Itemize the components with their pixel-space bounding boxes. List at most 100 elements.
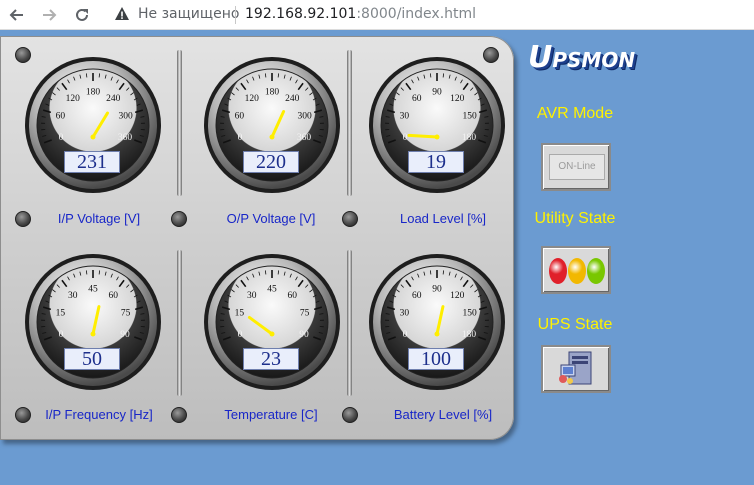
- gauge-tick-label: 360: [297, 133, 312, 143]
- upsmon-logo: UPSMON: [528, 40, 635, 75]
- panel-divider: [177, 250, 182, 396]
- gauge-label-load-level: Load Level [%]: [399, 211, 486, 226]
- gauge-ip-voltage: 0 60 120 180 240 300 360 231: [24, 56, 162, 194]
- gauge-label-battery-level: Battery Level [%]: [393, 407, 493, 422]
- lamp-yellow-icon: [568, 258, 586, 284]
- gauge-tick-label: 90: [432, 88, 442, 98]
- gauge-tick-label: 60: [235, 112, 245, 122]
- gauge-tick-label: 0: [59, 133, 64, 143]
- gauge-tick-label: 60: [56, 112, 66, 122]
- gauge-label-op-voltage: O/P Voltage [V]: [226, 211, 316, 226]
- gauge-value: 19: [408, 151, 464, 173]
- gauge-dial: 0 60120 180 240 300 360: [25, 57, 161, 193]
- gauge-panel: 0 60 120 180 240 300 360 231 0 60 120 180 240 300 360…: [0, 36, 514, 440]
- gauge-dial: 0 1530 45 6075 90: [25, 254, 161, 390]
- gauge-dial: 0 3060 90 120 150 180: [369, 254, 505, 390]
- gauge-minor-tick: [85, 73, 88, 78]
- panel-divider: [177, 50, 182, 196]
- gauge-minor-tick: [277, 73, 280, 78]
- gauge-tick-label: 60: [412, 94, 422, 104]
- gauge-temperature: 0 15 30 45 60 75 90 23: [203, 253, 341, 391]
- gauge-load-level: 0 30 60 90 120 150 180 19: [368, 56, 506, 194]
- gauge-tick-label: 75: [121, 309, 131, 319]
- gauge-op-voltage: 0 60 120 180 240 300 360 220: [203, 56, 341, 194]
- gauge-tick-label: 240: [106, 94, 121, 104]
- gauge-tick-label: 75: [300, 309, 310, 319]
- gauge-label-temperature: Temperature [C]: [224, 407, 318, 422]
- gauge-minor-tick: [98, 73, 101, 78]
- gauge-tick-label: 120: [450, 94, 465, 104]
- gauge-tick-label: 180: [462, 133, 477, 143]
- panel-divider: [347, 50, 352, 196]
- gauge-tick-label: 90: [432, 285, 442, 295]
- gauge-needle-hub: [269, 134, 275, 140]
- gauge-tick-label: 15: [56, 309, 66, 319]
- url-separator: [235, 6, 236, 24]
- warning-icon[interactable]: [114, 6, 130, 22]
- gauge-tick-label: 180: [86, 88, 101, 98]
- gauge-tick-label: 120: [66, 94, 81, 104]
- gauge-tick-label: 15: [235, 309, 245, 319]
- url-host: 192.168.92.101: [245, 6, 357, 22]
- gauge-minor-tick: [429, 270, 432, 275]
- panel-divider: [347, 250, 352, 396]
- ups-state-title: UPS State: [537, 316, 613, 333]
- online-button[interactable]: ON-Line: [549, 154, 605, 180]
- avr-mode-title: AVR Mode: [536, 105, 614, 122]
- gauge-value: 220: [243, 151, 299, 173]
- reload-icon: [76, 8, 88, 21]
- gauge-value: 23: [243, 348, 299, 370]
- lamp-red-icon: [549, 258, 567, 284]
- gauge-needle-hub: [434, 331, 440, 337]
- gauge-tick-label: 60: [412, 291, 422, 301]
- gauge-tick-label: 30: [68, 291, 78, 301]
- gauge-battery-level: 0 30 60 90 120 150 180 100: [368, 253, 506, 391]
- gauge-dial: 0 60120 180 240 300 360: [204, 57, 340, 193]
- gauge-tick-label: 90: [120, 330, 130, 340]
- gauge-label-ip-frequency: I/P Frequency [Hz]: [45, 407, 153, 422]
- gauge-tick-label: 180: [265, 88, 280, 98]
- gauge-tick-label: 30: [400, 112, 410, 122]
- logo-mon: MON: [581, 48, 636, 72]
- gauge-tick-label: 120: [245, 94, 259, 104]
- logo-ps: PS: [552, 48, 582, 72]
- logo-u: U: [528, 40, 553, 75]
- gauge-tick-label: 30: [247, 291, 257, 301]
- gauge-minor-tick: [85, 270, 88, 275]
- address-bar[interactable]: 192.168.92.101:8000/index.html: [245, 6, 476, 22]
- arrow-left-icon: [9, 9, 23, 21]
- gauge-tick-label: 300: [297, 112, 312, 122]
- gauge-minor-tick: [429, 73, 432, 78]
- forward-button[interactable]: [38, 4, 60, 26]
- gauge-minor-tick: [442, 270, 445, 275]
- gauge-minor-tick: [264, 270, 267, 275]
- gauge-minor-tick: [277, 270, 280, 275]
- gauge-tick-label: 300: [118, 112, 133, 122]
- gauge-minor-tick: [98, 270, 101, 275]
- back-button[interactable]: [6, 4, 28, 26]
- gauge-tick-label: 0: [403, 133, 408, 143]
- utility-state-title: Utility State: [534, 210, 616, 227]
- gauge-tick-label: 60: [109, 291, 119, 301]
- gauge-tick-label: 45: [88, 285, 98, 295]
- gauge-tick-label: 0: [238, 133, 243, 143]
- arrow-right-icon: [43, 9, 57, 21]
- security-status[interactable]: Не защищено: [138, 6, 239, 22]
- reload-button[interactable]: [71, 4, 93, 26]
- utility-state-box: [541, 246, 611, 294]
- gauge-minor-tick: [442, 73, 445, 78]
- gauge-dial: 0 1530 45 6075 90: [204, 254, 340, 390]
- gauge-needle-hub: [434, 134, 440, 140]
- browser-toolbar: Не защищено 192.168.92.101:8000/index.ht…: [0, 0, 754, 30]
- gauge-value: 50: [64, 348, 120, 370]
- gauge-tick-label: 360: [118, 133, 133, 143]
- gauge-needle-hub: [90, 134, 96, 140]
- gauge-dial: 0 3060 90 120 150 180: [369, 57, 505, 193]
- ups-state-box: [541, 345, 611, 393]
- gauge-value: 231: [64, 151, 120, 173]
- gauge-tick-label: 30: [400, 309, 410, 319]
- gauge-tick-label: 120: [450, 291, 465, 301]
- gauge-tick-label: 0: [238, 330, 243, 340]
- gauge-tick-label: 150: [462, 309, 477, 319]
- avr-mode-box: ON-Line: [541, 143, 611, 191]
